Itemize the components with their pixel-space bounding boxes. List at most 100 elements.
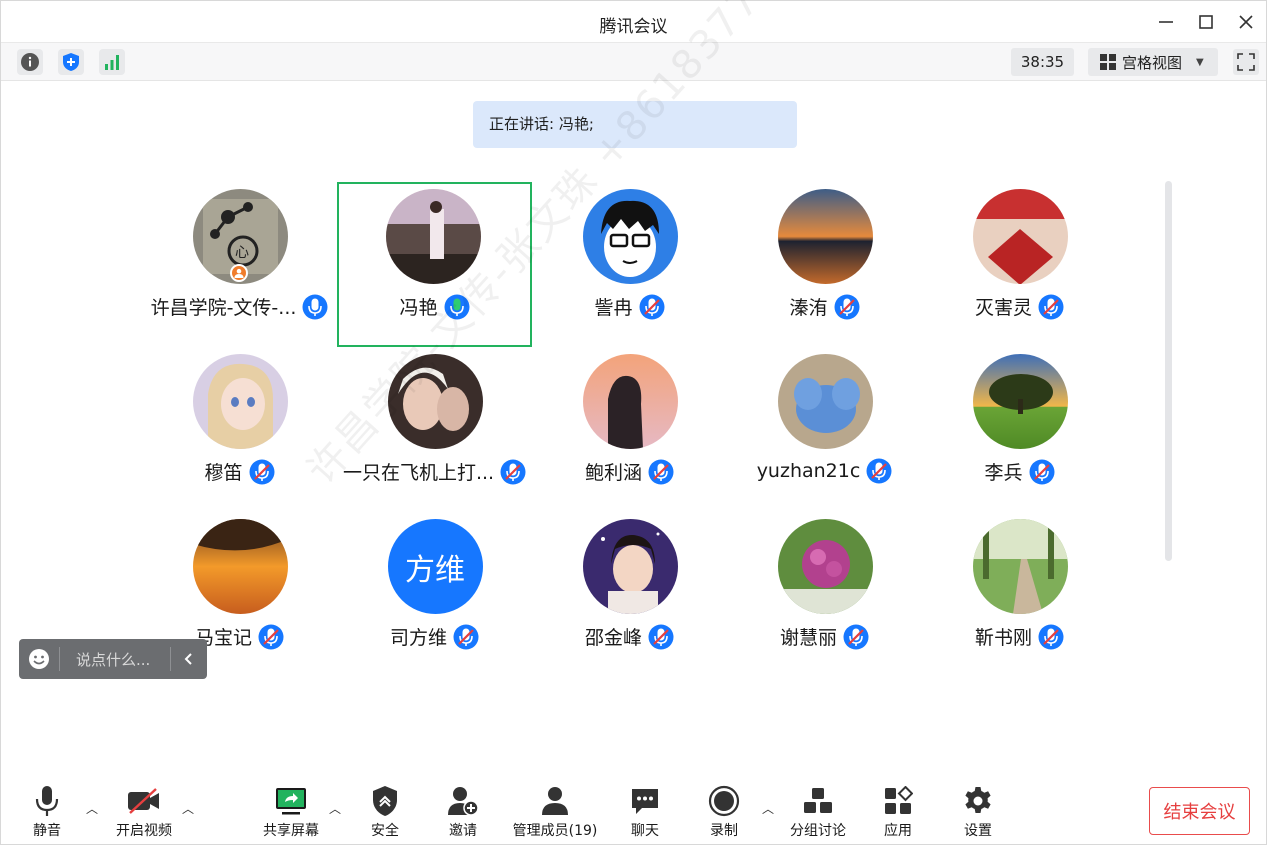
- minimize-button[interactable]: [1152, 9, 1180, 35]
- window-title: 腾讯会议: [599, 17, 668, 37]
- avatar: [972, 189, 1068, 284]
- maximize-button[interactable]: [1192, 9, 1220, 35]
- security-status-button[interactable]: [58, 49, 84, 75]
- security-shield-icon: [373, 786, 397, 816]
- avatar-initials: 方维: [387, 519, 483, 614]
- maximize-icon: [1199, 15, 1213, 29]
- participant-mic-status[interactable]: [1038, 624, 1064, 650]
- members-label: 管理成员(19): [512, 823, 598, 839]
- participant-mic-status[interactable]: [1029, 459, 1055, 485]
- quick-chat-input[interactable]: 说点什么...: [19, 639, 207, 679]
- chevron-left-icon: [184, 653, 192, 665]
- participant-mic-status[interactable]: [648, 624, 674, 650]
- grid-scrollbar[interactable]: [1165, 181, 1172, 561]
- participant-tile[interactable]: 靳书刚: [922, 512, 1117, 677]
- invite-button[interactable]: 邀请: [443, 784, 483, 840]
- collapse-chat-button[interactable]: [171, 652, 207, 666]
- participant-mic-status[interactable]: [249, 459, 275, 485]
- participant-tile[interactable]: 谢慧丽: [727, 512, 922, 677]
- share-screen-icon: [276, 788, 306, 815]
- participant-name: 鲍利涵: [584, 462, 642, 484]
- participant-name: 溱洧: [789, 297, 828, 319]
- participant-mic-status[interactable]: [1038, 294, 1064, 320]
- apps-icon: [885, 786, 913, 814]
- participant-name-row: 一只在飞机上打...: [337, 458, 532, 485]
- participant-name: 李兵: [984, 462, 1023, 484]
- participant-mic-status[interactable]: [834, 294, 860, 320]
- mic-muted-icon: [1038, 624, 1064, 649]
- grid-view-icon: [1100, 54, 1116, 70]
- participant-mic-status[interactable]: [453, 624, 479, 650]
- mic-muted-icon: [1029, 459, 1054, 484]
- mute-options-caret[interactable]: ︿: [86, 800, 98, 817]
- mute-button[interactable]: 静音: [27, 784, 67, 840]
- participant-name: 一只在飞机上打...: [342, 462, 495, 484]
- participant-tile[interactable]: 邵金峰: [532, 512, 727, 677]
- participant-tile[interactable]: 訾冉: [532, 182, 727, 347]
- avatar: [582, 354, 678, 449]
- share-screen-button[interactable]: 共享屏幕: [259, 784, 323, 840]
- participant-tile[interactable]: 溱洧: [727, 182, 922, 347]
- add-user-icon: [448, 787, 479, 816]
- emoji-button[interactable]: [19, 648, 59, 670]
- breakout-rooms-button[interactable]: 分组讨论: [787, 784, 849, 840]
- active-speaker-banner: 正在讲话: 冯艳;: [473, 101, 797, 148]
- chat-button[interactable]: 聊天: [625, 784, 665, 840]
- participant-name-row: 穆笛: [142, 458, 337, 485]
- participant-mic-status[interactable]: [866, 458, 892, 484]
- participant-mic-status[interactable]: [639, 294, 665, 320]
- participant-mic-status[interactable]: [500, 459, 526, 485]
- apps-button[interactable]: 应用: [878, 784, 918, 840]
- info-icon: [21, 53, 39, 71]
- mic-muted-icon: [249, 459, 274, 484]
- video-label: 开启视频: [116, 823, 172, 839]
- network-status-button[interactable]: [99, 49, 125, 75]
- breakout-rooms-icon: [804, 788, 832, 813]
- participant-name: 冯艳: [399, 297, 438, 319]
- participant-name: 许昌学院-文传-...: [150, 297, 297, 319]
- participant-tile[interactable]: yuzhan21c: [727, 347, 922, 512]
- share-options-caret[interactable]: ︿: [329, 800, 341, 817]
- participant-mic-status[interactable]: [302, 294, 328, 320]
- end-meeting-button[interactable]: 结束会议: [1149, 787, 1250, 835]
- participant-tile[interactable]: 灭害灵: [922, 182, 1117, 347]
- participant-mic-status[interactable]: [444, 294, 470, 320]
- settings-button[interactable]: 设置: [958, 784, 998, 840]
- participant-tile[interactable]: 鲍利涵: [532, 347, 727, 512]
- record-button[interactable]: 录制: [704, 784, 744, 840]
- participant-mic-status[interactable]: [843, 624, 869, 650]
- manage-members-button[interactable]: 管理成员(19): [508, 784, 602, 840]
- fullscreen-icon: [1237, 53, 1255, 71]
- avatar: [582, 519, 678, 614]
- participant-name-row: 靳书刚: [922, 623, 1117, 650]
- participant-mic-status[interactable]: [648, 459, 674, 485]
- participant-tile[interactable]: 心许昌学院-文传-...: [142, 182, 337, 347]
- participant-tile[interactable]: 穆笛: [142, 347, 337, 512]
- gear-icon: [965, 787, 991, 813]
- participant-name: 訾冉: [594, 297, 633, 319]
- close-button[interactable]: [1232, 9, 1260, 35]
- meeting-info-button[interactable]: [17, 49, 43, 75]
- svg-text:心: 心: [235, 245, 249, 261]
- chat-placeholder[interactable]: 说点什么...: [60, 649, 170, 670]
- participant-name-row: 冯艳: [339, 293, 530, 320]
- security-button[interactable]: 安全: [365, 784, 405, 840]
- meeting-timer: 38:35: [1011, 48, 1074, 76]
- video-options-caret[interactable]: ︿: [182, 800, 194, 817]
- avatar: [972, 354, 1068, 449]
- participant-tile[interactable]: 一只在飞机上打...: [337, 347, 532, 512]
- participant-tile[interactable]: 李兵: [922, 347, 1117, 512]
- start-video-button[interactable]: 开启视频: [112, 784, 176, 840]
- security-label: 安全: [371, 823, 399, 839]
- mic-muted-icon: [500, 459, 526, 484]
- avatar: [972, 519, 1068, 614]
- record-options-caret[interactable]: ︿: [762, 800, 774, 817]
- chat-label: 聊天: [631, 823, 659, 839]
- participant-mic-status[interactable]: [258, 624, 284, 650]
- participant-tile[interactable]: 冯艳: [337, 182, 532, 347]
- view-mode-dropdown[interactable]: 宫格视图 ▼: [1088, 48, 1218, 76]
- view-mode-label: 宫格视图: [1122, 53, 1183, 72]
- participant-name-row: yuzhan21c: [727, 458, 922, 484]
- fullscreen-button[interactable]: [1233, 49, 1259, 75]
- participant-tile[interactable]: 方维 司方维: [337, 512, 532, 677]
